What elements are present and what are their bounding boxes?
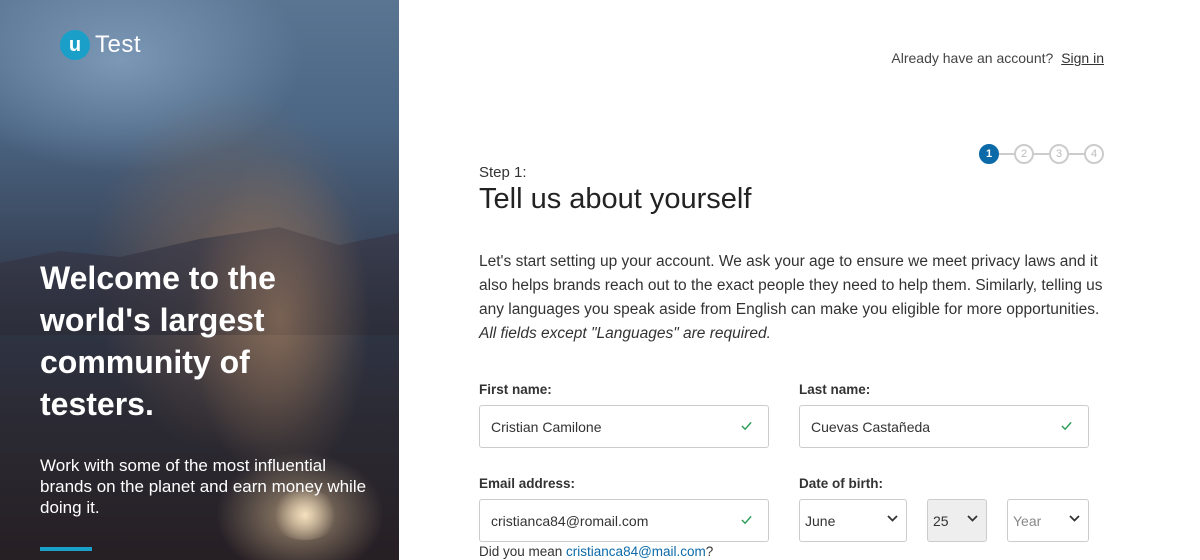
utest-logo[interactable]: u Test [60, 30, 141, 60]
logo-mark: u [60, 30, 90, 60]
email-suggestion-hint: Did you mean cristianca84@mail.com? [479, 544, 713, 559]
required-fields-note: All fields except "Languages" are requir… [479, 325, 771, 342]
email-hint-suffix: ? [705, 544, 714, 559]
step-connector [1069, 153, 1084, 155]
signin-link[interactable]: Sign in [1061, 50, 1104, 66]
email-suggestion-link[interactable]: cristianca84@mail.com [566, 544, 706, 559]
dob-month-value: June [805, 512, 836, 529]
step-indicator-3: 3 [1049, 144, 1069, 164]
step-label: Step 1: [479, 164, 527, 181]
intro-paragraph: Let's start setting up your account. We … [479, 250, 1109, 346]
step-indicator-4: 4 [1084, 144, 1104, 164]
first-name-value: Cristian Camilone [491, 418, 602, 435]
chevron-down-icon [1069, 515, 1080, 522]
page-title: Tell us about yourself [479, 183, 752, 215]
intro-text: Let's start setting up your account. We … [479, 253, 1103, 318]
step-connector [1034, 153, 1049, 155]
progress-stepper: 1 2 3 4 [979, 144, 1104, 164]
chevron-down-icon [887, 515, 898, 522]
step-connector [999, 153, 1014, 155]
dob-label: Date of birth: [799, 476, 883, 491]
last-name-value: Cuevas Castañeda [811, 418, 931, 435]
hero-subtitle: Work with some of the most influential b… [40, 456, 367, 517]
logo-wordmark: Test [95, 31, 142, 58]
dob-day-select[interactable]: 25 [927, 499, 987, 542]
valid-check-icon [1061, 421, 1072, 431]
hero-panel: u Test Welcome to the world's largest co… [0, 0, 399, 560]
valid-check-icon [741, 515, 752, 525]
dob-day-value: 25 [933, 512, 949, 529]
hero-title: Welcome to the world's largest community… [40, 260, 276, 422]
dob-year-select[interactable]: Year [1007, 499, 1089, 542]
email-label: Email address: [479, 476, 576, 491]
first-name-label: First name: [479, 382, 552, 397]
valid-check-icon [741, 421, 752, 431]
last-name-label: Last name: [799, 382, 871, 397]
step-indicator-2: 2 [1014, 144, 1034, 164]
email-value: cristianca84@romail.com [491, 512, 649, 529]
last-name-field[interactable]: Cuevas Castañeda [799, 405, 1089, 448]
hero-accent-bar [40, 547, 92, 551]
dob-month-select[interactable]: June [799, 499, 907, 542]
dob-year-placeholder: Year [1013, 512, 1042, 529]
signin-prompt: Already have an account? Sign in [891, 50, 1104, 66]
email-hint-prefix: Did you mean [479, 544, 567, 559]
step-indicator-1: 1 [979, 144, 999, 164]
chevron-down-icon [967, 515, 978, 522]
account-prompt-text: Already have an account? [891, 50, 1054, 66]
first-name-field[interactable]: Cristian Camilone [479, 405, 769, 448]
email-field[interactable]: cristianca84@romail.com [479, 499, 769, 542]
